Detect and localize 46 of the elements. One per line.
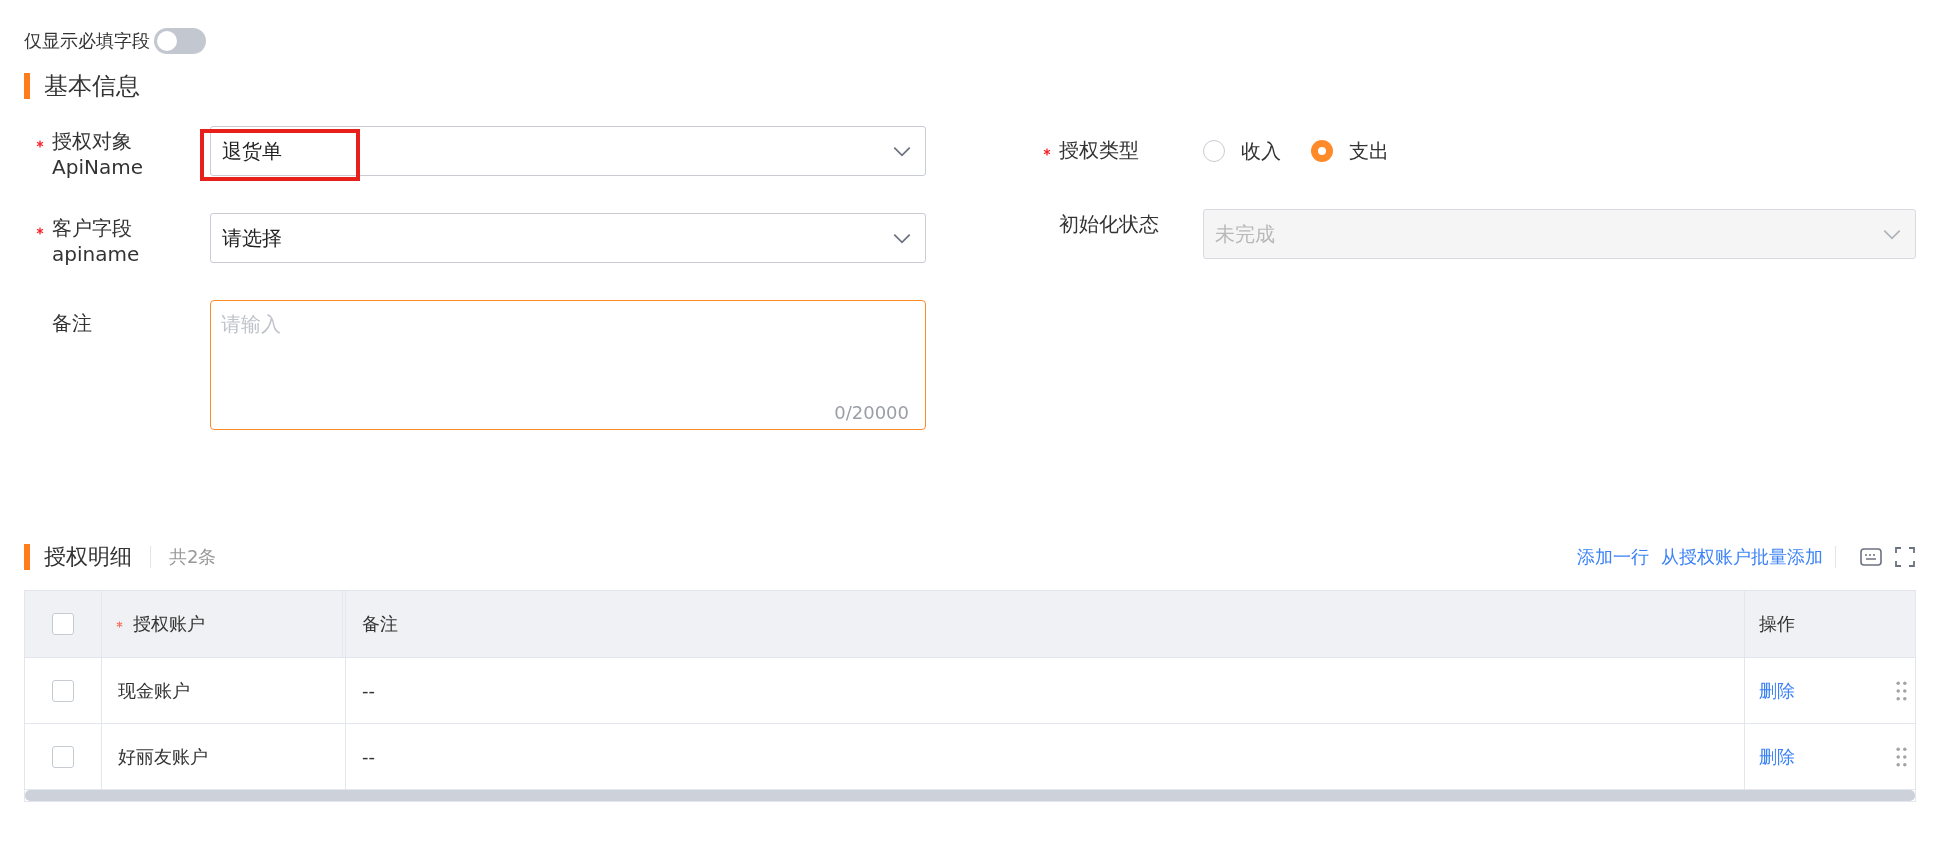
section-marker xyxy=(24,73,30,99)
radio-option[interactable]: 支出 xyxy=(1311,137,1389,165)
keyboard-icon[interactable] xyxy=(1860,547,1882,567)
chevron-down-icon xyxy=(893,232,911,244)
required-icon xyxy=(36,227,44,235)
column-header: 授权账户 xyxy=(133,612,205,636)
checkbox[interactable] xyxy=(52,679,74,702)
select-field[interactable]: 退货单 xyxy=(210,126,926,176)
section-marker xyxy=(24,544,30,570)
table-cell: 现金账户 xyxy=(118,678,190,703)
horizontal-scrollbar[interactable] xyxy=(25,790,1915,801)
field-label: 初始化状态 xyxy=(1059,211,1159,237)
radio-option[interactable]: 收入 xyxy=(1203,137,1281,165)
required-icon xyxy=(116,620,123,628)
field-label: 客户字段 xyxy=(52,215,133,241)
field-label: 授权对象 xyxy=(52,128,133,154)
select-field[interactable]: 请选择 xyxy=(210,213,926,263)
toggle-switch[interactable] xyxy=(154,28,206,54)
chevron-down-icon xyxy=(1883,228,1901,240)
char-counter: 0/20000 xyxy=(834,402,909,423)
section-title: 基本信息 xyxy=(44,71,140,102)
checkbox[interactable] xyxy=(52,613,74,635)
table-cell: -- xyxy=(362,680,375,701)
toggle-label: 仅显示必填字段 xyxy=(24,29,150,53)
chevron-down-icon xyxy=(893,145,911,157)
required-icon xyxy=(1043,148,1051,156)
action-link[interactable]: 添加一行 xyxy=(1577,545,1649,569)
record-count: 共2条 xyxy=(169,545,217,569)
remark-textarea[interactable]: 请输入 0/20000 xyxy=(210,300,926,430)
delete-link[interactable]: 删除 xyxy=(1759,678,1795,703)
field-label: 授权类型 xyxy=(1059,137,1139,163)
field-label: apiname xyxy=(52,241,140,267)
table-cell: 好丽友账户 xyxy=(118,744,208,769)
field-label: 备注 xyxy=(52,310,92,336)
drag-handle-icon[interactable] xyxy=(1896,746,1907,767)
column-header: 备注 xyxy=(362,612,398,636)
drag-handle-icon[interactable] xyxy=(1896,680,1907,701)
checkbox[interactable] xyxy=(52,745,74,768)
fullscreen-icon[interactable] xyxy=(1894,547,1916,567)
column-header: 操作 xyxy=(1759,612,1795,636)
required-icon xyxy=(36,140,44,148)
section-title: 授权明细 xyxy=(44,543,132,571)
field-label: ApiName xyxy=(52,154,143,180)
delete-link[interactable]: 删除 xyxy=(1759,744,1795,769)
action-link[interactable]: 从授权账户批量添加 xyxy=(1661,545,1823,569)
table-cell: -- xyxy=(362,746,375,767)
